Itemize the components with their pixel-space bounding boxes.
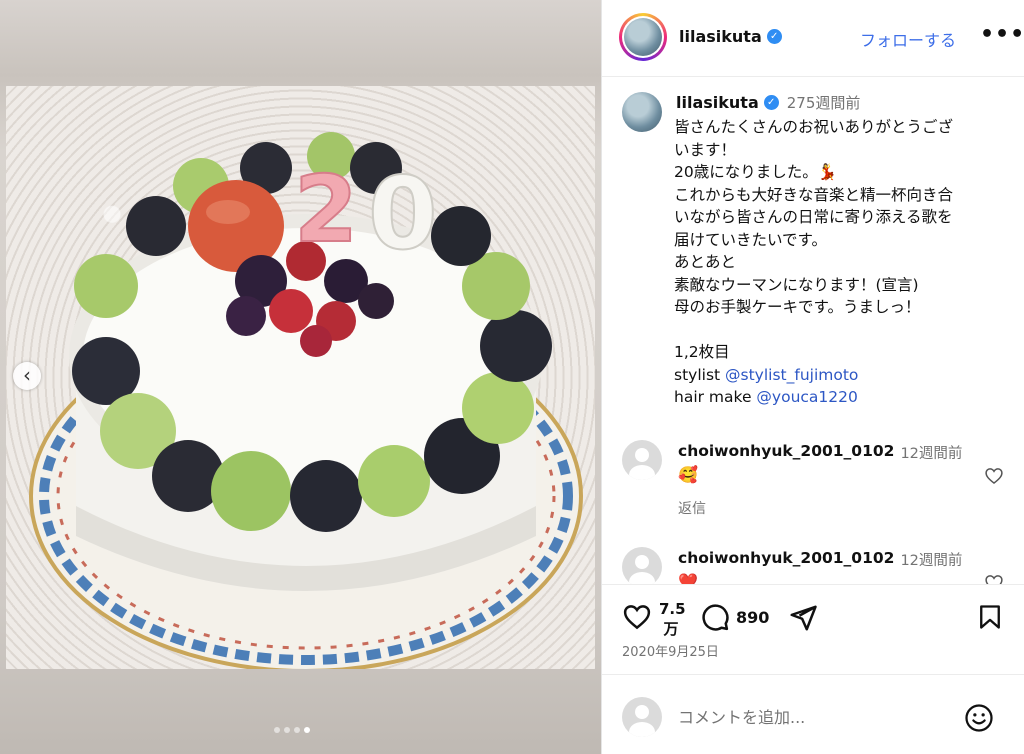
caption-time[interactable]: 275週間前 xyxy=(787,92,861,113)
carousel-indicator xyxy=(274,727,310,733)
caption-line: いながら皆さんの日常に寄り添える歌を xyxy=(674,208,953,226)
author-username-text[interactable]: lilasikuta xyxy=(679,27,762,46)
caption-line: 素敵なウーマンになります！(宣言) xyxy=(674,275,919,294)
caption-line: 20歳になりました。💃 xyxy=(674,163,838,181)
chevron-left-icon: ‹ xyxy=(23,363,31,387)
comment-item: choiwonhyuk_2001_0102 12週間前 ❤️ xyxy=(602,547,1024,584)
comments-scroll-area[interactable]: lilasikuta ✓ 275週間前 皆さんたくさんのお祝いありがとうござ い… xyxy=(602,78,1024,584)
comment-time[interactable]: 12週間前 xyxy=(900,549,962,570)
post-media: 2 0 ‹ xyxy=(0,0,601,754)
caption-line xyxy=(674,319,1014,342)
comment-bubble-icon[interactable] xyxy=(700,602,730,632)
carousel-prev-button[interactable]: ‹ xyxy=(13,362,41,390)
post-header: lilasikuta ✓ フォローする ••• xyxy=(602,0,1024,77)
comment-like-heart-icon[interactable] xyxy=(984,573,1004,584)
verified-badge-icon: ✓ xyxy=(763,95,779,110)
post-date[interactable]: 2020年9月25日 xyxy=(622,641,719,660)
caption-text: 皆さんたくさんのお祝いありがとうござ います！ 20歳になりました。💃 これから… xyxy=(674,116,1014,409)
commenter-avatar[interactable] xyxy=(622,440,662,480)
post-panel: lilasikuta ✓ フォローする ••• lilasikuta ✓ 275… xyxy=(601,0,1024,754)
cake-illustration: 2 0 xyxy=(29,132,583,669)
commenter-avatar[interactable] xyxy=(622,547,662,584)
candle-2: 2 xyxy=(294,156,358,263)
carousel-dot xyxy=(284,727,290,733)
save-bookmark-icon[interactable] xyxy=(976,603,1004,631)
commenter-username[interactable]: choiwonhyuk_2001_0102 xyxy=(678,442,894,463)
caption-stylist-line: stylist @stylist_fujimoto xyxy=(674,365,859,384)
comment-like-heart-icon[interactable] xyxy=(984,466,1004,486)
hair-mention-link[interactable]: @youca1220 xyxy=(756,388,857,406)
add-comment-bar xyxy=(602,674,1024,754)
carousel-dot xyxy=(294,727,300,733)
author-avatar[interactable] xyxy=(619,13,667,61)
share-paper-plane-icon[interactable] xyxy=(788,603,818,633)
likes-count[interactable]: 7.5 万 xyxy=(659,599,686,639)
emoji-icon[interactable] xyxy=(964,703,994,733)
verified-badge-icon: ✓ xyxy=(766,29,782,44)
like-heart-icon[interactable] xyxy=(622,602,652,632)
cake-photo[interactable]: 2 0 xyxy=(6,86,595,669)
comment-text: 🥰 xyxy=(678,465,698,484)
caption-line: います！ xyxy=(674,140,737,159)
caption-username[interactable]: lilasikuta xyxy=(676,93,759,112)
carousel-dot xyxy=(274,727,280,733)
reply-button[interactable]: 返信 xyxy=(678,498,706,518)
post-actions: 7.5 万 890 2020年9月25日 xyxy=(602,584,1024,674)
caption-line: 1,2枚目 xyxy=(674,343,730,361)
carousel-dot-active xyxy=(304,727,310,733)
caption-hair-line: hair make @youca1220 xyxy=(674,388,858,406)
caption-line: これからも大好きな音楽と精一杯向き合 xyxy=(674,185,954,204)
author-username[interactable]: lilasikuta ✓ xyxy=(679,27,782,46)
comment-item: choiwonhyuk_2001_0102 12週間前 🥰 返信 xyxy=(602,440,1024,530)
comment-time[interactable]: 12週間前 xyxy=(900,442,962,463)
caption-line: 母のお手製ケーキです。うましっ！ xyxy=(674,298,921,316)
commenter-username[interactable]: choiwonhyuk_2001_0102 xyxy=(678,549,894,570)
comment-text: ❤️ xyxy=(678,572,698,584)
caption-line: 皆さんたくさんのお祝いありがとうござ xyxy=(674,118,954,136)
stylist-mention-link[interactable]: @stylist_fujimoto xyxy=(725,366,858,384)
add-comment-input[interactable] xyxy=(678,705,948,729)
current-user-avatar xyxy=(622,697,662,737)
candle-0: 0 xyxy=(368,155,438,272)
caption-line: あとあと xyxy=(674,253,737,271)
caption-avatar[interactable] xyxy=(622,92,662,132)
follow-button[interactable]: フォローする xyxy=(860,27,956,51)
caption-header: lilasikuta ✓ 275週間前 xyxy=(676,92,860,113)
comments-count[interactable]: 890 xyxy=(736,608,769,627)
caption-line: 届けていきたいです。 xyxy=(674,230,827,249)
more-options-icon[interactable]: ••• xyxy=(980,22,1024,47)
